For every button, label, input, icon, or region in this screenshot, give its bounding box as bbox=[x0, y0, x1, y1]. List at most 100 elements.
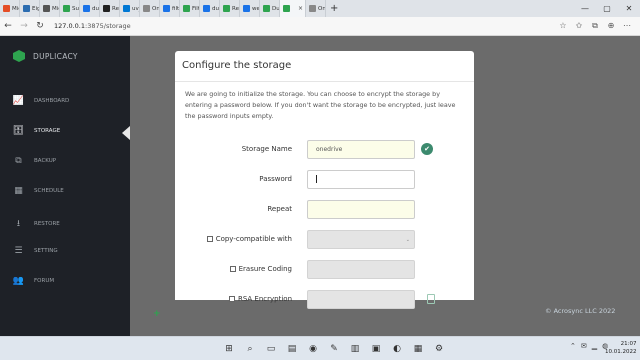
dialog-divider bbox=[175, 81, 474, 82]
tab-favicon-icon bbox=[83, 5, 90, 12]
taskbar-app-icon[interactable]: ▥ bbox=[348, 342, 362, 356]
tab-favicon-icon bbox=[103, 5, 110, 12]
chevron-down-icon: ⌄ bbox=[405, 236, 410, 243]
tab-label: One bbox=[318, 5, 326, 12]
taskbar-app-icon[interactable]: ▤ bbox=[285, 342, 299, 356]
taskbar-app-icon[interactable]: ✎ bbox=[327, 342, 341, 356]
sidebar-item-storage[interactable]: 🗄 STORAGE bbox=[12, 126, 60, 136]
copy-compatible-label: Copy-compatible with bbox=[215, 235, 292, 243]
browser-tab[interactable]: dupl bbox=[200, 0, 220, 17]
collections-icon[interactable]: ⧉ bbox=[588, 21, 602, 31]
browser-tab[interactable]: Resto bbox=[220, 0, 240, 17]
tab-favicon-icon bbox=[223, 5, 230, 12]
sidebar-item-label: DASHBOARD bbox=[34, 98, 70, 104]
favorite-icon[interactable]: ☆ bbox=[556, 21, 570, 31]
sidebar-item-schedule[interactable]: ▦ SCHEDULE bbox=[12, 186, 64, 196]
tab-label: Rele bbox=[112, 5, 119, 12]
tab-favicon-icon bbox=[3, 5, 10, 12]
browser-tab[interactable]: Eige bbox=[20, 0, 40, 17]
taskbar-app-icon[interactable]: ▦ bbox=[411, 342, 425, 356]
restore-icon: ⭳ bbox=[16, 219, 21, 229]
browser-tab[interactable]: Micr bbox=[40, 0, 60, 17]
taskbar-app-icon[interactable]: ▣ bbox=[369, 342, 383, 356]
tab-favicon-icon bbox=[243, 5, 250, 12]
tab-label: Filter bbox=[192, 5, 200, 12]
taskbar-app-icon[interactable]: ⌕ bbox=[243, 342, 257, 356]
browser-tabstrip: Micr Eige Micr Supe dupl Rele uv_b One filter Fil… bbox=[0, 0, 640, 17]
tab-favicon-icon bbox=[143, 5, 150, 12]
brand-name: DUPLICACY bbox=[33, 51, 78, 61]
copy-compatible-select[interactable]: ⌄ bbox=[307, 230, 415, 249]
taskbar-app-icon[interactable]: ◉ bbox=[306, 342, 320, 356]
tab-favicon-icon bbox=[23, 5, 30, 12]
sidebar-item-label: STORAGE bbox=[34, 128, 61, 134]
browser-tab[interactable]: Rele bbox=[100, 0, 120, 17]
browser-tab[interactable]: Filter bbox=[180, 0, 200, 17]
duplicacy-logo-icon bbox=[13, 50, 25, 62]
tab-label: web bbox=[252, 5, 260, 12]
tab-favicon-icon bbox=[63, 5, 70, 12]
browser-tab[interactable]: Micr bbox=[0, 0, 20, 17]
tray-icon[interactable]: ✉ bbox=[581, 342, 587, 350]
browser-tab[interactable]: One bbox=[140, 0, 160, 17]
browser-tab[interactable]: filter bbox=[160, 0, 180, 17]
tray-icon[interactable]: ⌃ bbox=[570, 342, 576, 350]
configure-storage-dialog: Configure the storage We are going to in… bbox=[175, 51, 474, 309]
sidebar-item-backup[interactable]: ⧉ BACKUP bbox=[12, 156, 56, 166]
maximize-button[interactable]: ▢ bbox=[596, 4, 618, 13]
tab-label: filter bbox=[172, 5, 180, 12]
sidebar-item-dashboard[interactable]: 📈 DASHBOARD bbox=[12, 96, 69, 106]
taskbar-app-icon[interactable]: ⊞ bbox=[222, 342, 236, 356]
tray-icon[interactable]: ▁ bbox=[592, 342, 597, 350]
more-menu-icon[interactable]: ⋯ bbox=[620, 21, 634, 31]
close-window-button[interactable]: ✕ bbox=[618, 4, 640, 13]
erasure-coding-input[interactable] bbox=[307, 260, 415, 279]
forward-button[interactable]: → bbox=[16, 21, 32, 31]
erasure-coding-option: Erasure Coding bbox=[175, 265, 292, 273]
tab-label: Micr bbox=[52, 5, 59, 12]
back-button[interactable]: ← bbox=[0, 21, 16, 31]
clock-date: 10.01.2022 bbox=[605, 349, 637, 355]
tab-favicon-icon bbox=[263, 5, 270, 12]
taskbar-icons: ⊞ ⌕ ▭ ▤ ◉ ✎ ▥ ▣ ◐ ▦ ⚙ bbox=[222, 342, 446, 356]
copyright: © Acrosync LLC 2022 bbox=[545, 307, 616, 315]
storage-name-label: Storage Name bbox=[241, 145, 292, 153]
browser-tab[interactable]: Dupl bbox=[260, 0, 280, 17]
browser-tab[interactable]: × bbox=[280, 0, 306, 17]
sidebar-item-restore[interactable]: ⭳ RESTORE bbox=[12, 216, 60, 232]
erasure-coding-checkbox[interactable] bbox=[229, 266, 236, 272]
text-caret bbox=[316, 175, 317, 183]
browser-tab[interactable]: uv_b bbox=[120, 0, 140, 17]
copy-compatible-checkbox[interactable] bbox=[206, 236, 213, 242]
browser-tab[interactable]: web bbox=[240, 0, 260, 17]
password-input[interactable] bbox=[307, 170, 415, 189]
storage-name-input[interactable]: onedrive bbox=[307, 140, 415, 159]
active-nav-pointer bbox=[122, 126, 130, 140]
rsa-encryption-label: RSA Encryption bbox=[237, 295, 292, 303]
add-storage-button[interactable]: + bbox=[153, 309, 161, 319]
reload-button[interactable]: ↻ bbox=[32, 21, 48, 31]
taskbar-app-icon[interactable]: ⚙ bbox=[432, 342, 446, 356]
file-icon[interactable] bbox=[427, 294, 435, 304]
sidebar-item-setting[interactable]: ☰ SETTING bbox=[12, 246, 57, 256]
sidebar-item-forum[interactable]: 👥 FORUM bbox=[12, 276, 54, 286]
sidebar-item-label: FORUM bbox=[34, 278, 55, 284]
erasure-coding-label: Erasure Coding bbox=[238, 265, 292, 273]
rsa-encryption-checkbox[interactable] bbox=[228, 296, 235, 302]
taskbar-app-icon[interactable]: ◐ bbox=[390, 342, 404, 356]
browser-tab[interactable]: One bbox=[306, 0, 326, 17]
new-tab-button[interactable]: + bbox=[330, 3, 338, 14]
tab-favicon-icon bbox=[163, 5, 170, 12]
address-bar[interactable]: 127.0.0.1:3875/storage bbox=[54, 22, 131, 30]
browser-tab[interactable]: Supe bbox=[60, 0, 80, 17]
rsa-key-input[interactable] bbox=[307, 290, 415, 309]
clock[interactable]: 21:07 10.01.2022 bbox=[605, 340, 637, 356]
minimize-button[interactable]: — bbox=[574, 4, 596, 13]
browser-tab[interactable]: dupl bbox=[80, 0, 100, 17]
close-tab-icon[interactable]: × bbox=[298, 5, 303, 12]
profile-icon[interactable]: ⊕ bbox=[604, 21, 618, 31]
favorites-icon[interactable]: ✩ bbox=[572, 21, 586, 31]
repeat-label: Repeat bbox=[267, 205, 292, 213]
taskbar-app-icon[interactable]: ▭ bbox=[264, 342, 278, 356]
repeat-password-input[interactable] bbox=[307, 200, 415, 219]
